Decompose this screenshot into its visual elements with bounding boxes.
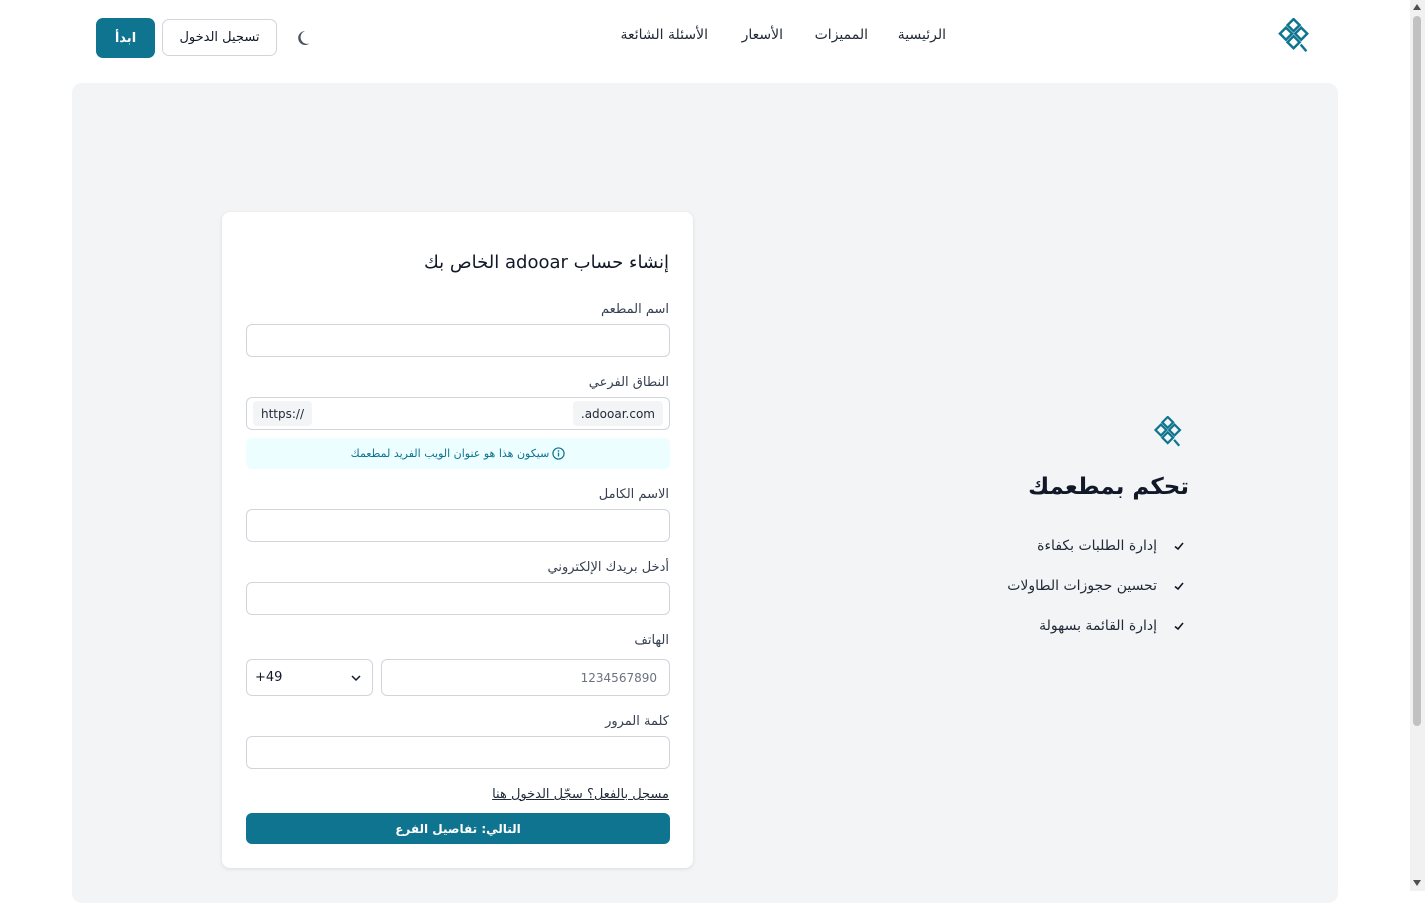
subdomain-input[interactable]: https:// .adooar.com xyxy=(246,397,670,430)
nav-faq[interactable]: الأسئلة الشائعة xyxy=(621,27,709,43)
login-button[interactable]: تسجيل الدخول xyxy=(162,19,277,56)
adooar-logo-icon[interactable] xyxy=(1276,18,1314,56)
subdomain-label: النطاق الفرعي xyxy=(588,375,669,390)
full-name-input[interactable] xyxy=(246,509,670,542)
chevron-down-icon xyxy=(351,675,361,682)
subdomain-hint-text: سيكون هذا هو عنوان الويب الفريد لمطعمك xyxy=(350,447,550,460)
promo-logo-icon xyxy=(1153,416,1182,447)
form-title: إنشاء حساب adooar الخاص بك xyxy=(424,252,669,273)
feature-text: تحسين حجوزات الطاولات xyxy=(1007,578,1157,594)
feature-text: إدارة القائمة بسهولة xyxy=(1039,618,1157,634)
country-code-value: +49 xyxy=(255,670,283,685)
start-button[interactable]: ابدأ xyxy=(96,18,155,58)
feature-item: إدارة القائمة بسهولة xyxy=(1039,618,1185,634)
scroll-down-arrow-icon[interactable] xyxy=(1413,880,1421,886)
promo-title: تحكم بمطعمك xyxy=(1028,474,1189,500)
subdomain-hint: سيكون هذا هو عنوان الويب الفريد لمطعمك xyxy=(246,438,670,469)
page-scrollbar[interactable] xyxy=(1410,0,1425,891)
feature-text: إدارة الطلبات بكفاءة xyxy=(1037,538,1157,554)
password-input[interactable] xyxy=(246,736,670,769)
login-link[interactable]: مسجل بالفعل؟ سجّل الدخول هنا xyxy=(492,787,669,802)
top-navbar: الرئيسية المميزات الأسعار الأسئلة الشائع… xyxy=(0,0,1410,76)
check-icon xyxy=(1174,622,1184,631)
scroll-thumb[interactable] xyxy=(1413,16,1421,726)
scroll-up-arrow-icon[interactable] xyxy=(1413,4,1421,10)
feature-item: إدارة الطلبات بكفاءة xyxy=(1037,538,1185,554)
nav-features[interactable]: المميزات xyxy=(815,27,868,43)
password-label: كلمة المرور xyxy=(605,714,669,729)
signup-form-card: إنشاء حساب adooar الخاص بك اسم المطعم ال… xyxy=(222,212,693,868)
nav-home[interactable]: الرئيسية xyxy=(898,27,946,43)
check-icon xyxy=(1174,542,1184,551)
country-code-select[interactable]: +49 xyxy=(246,659,373,696)
restaurant-name-input[interactable] xyxy=(246,324,670,357)
https-prefix: https:// xyxy=(253,401,313,426)
next-branch-details-button[interactable]: التالي: تفاصيل الفرع xyxy=(246,813,670,844)
nav-pricing[interactable]: الأسعار xyxy=(742,27,783,43)
email-label: أدخل بريدك الإلكتروني xyxy=(547,560,670,575)
info-icon xyxy=(552,447,566,460)
dark-mode-moon-icon[interactable] xyxy=(296,28,316,48)
check-icon xyxy=(1174,582,1184,591)
domain-suffix: .adooar.com xyxy=(572,401,663,426)
full-name-label: الاسم الكامل xyxy=(598,487,669,502)
restaurant-name-label: اسم المطعم xyxy=(601,302,669,317)
feature-item: تحسين حجوزات الطاولات xyxy=(1007,578,1185,594)
phone-input[interactable] xyxy=(381,659,670,696)
phone-label: الهاتف xyxy=(634,633,669,648)
email-input[interactable] xyxy=(246,582,670,615)
